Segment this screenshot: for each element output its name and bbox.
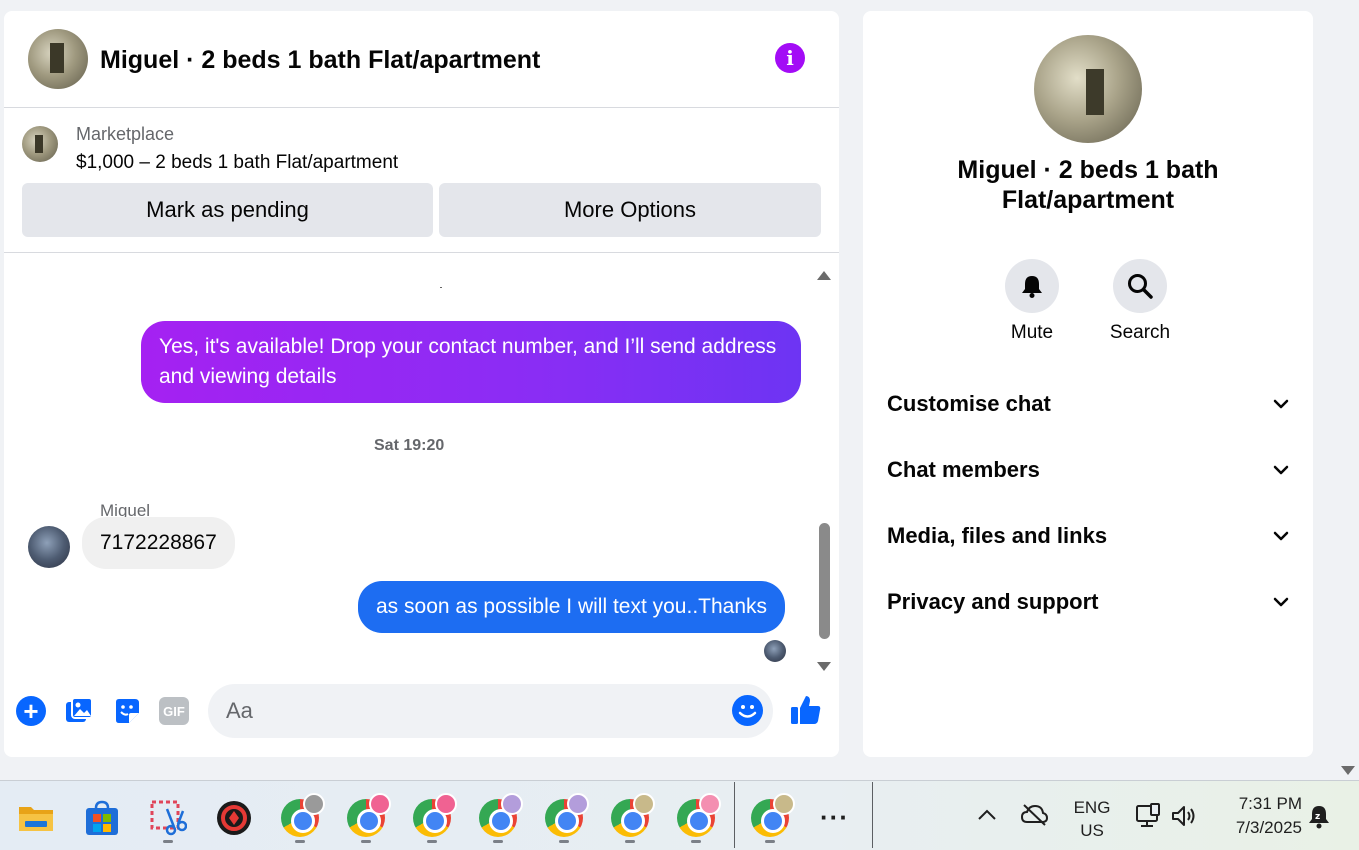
more-apps-icon[interactable]: ···	[820, 802, 849, 833]
message-divider	[440, 287, 442, 288]
svg-text:z: z	[1315, 812, 1320, 822]
chat-members-section[interactable]: Chat members	[887, 450, 1289, 490]
chrome-icon[interactable]	[347, 793, 391, 837]
date-label: 7/3/2025	[1235, 818, 1302, 837]
scrollbar-thumb[interactable]	[819, 523, 830, 639]
listing-kind: Marketplace	[76, 124, 175, 144]
bell-icon[interactable]	[1005, 259, 1059, 313]
microsoft-store-icon[interactable]	[83, 799, 121, 837]
chrome-icon[interactable]	[281, 793, 325, 837]
scroll-down-arrow[interactable]	[817, 662, 831, 671]
image-icon[interactable]	[64, 696, 94, 726]
chevron-down-icon	[1273, 399, 1289, 409]
section-label: Media, files and links	[887, 523, 1108, 548]
mark-as-pending-button[interactable]: Mark as pending	[22, 183, 433, 237]
language-code: ENG	[1073, 798, 1111, 817]
running-indicator	[295, 840, 305, 843]
plus-icon[interactable]: +	[16, 696, 46, 726]
outgoing-message[interactable]: as soon as possible I will text you..Tha…	[358, 581, 786, 633]
chrome-icon[interactable]	[413, 793, 457, 837]
section-label: Chat members	[887, 457, 1040, 482]
scroll-up-arrow[interactable]	[817, 271, 831, 280]
snipping-tool-icon[interactable]	[149, 799, 188, 837]
message-timestamp: Sat 19:20	[374, 437, 445, 454]
chevron-up-icon[interactable]	[976, 804, 998, 831]
running-indicator	[163, 840, 173, 843]
profile-badge	[699, 793, 721, 815]
running-indicator	[765, 840, 775, 843]
more-options-button[interactable]: More Options	[439, 183, 821, 237]
section-label: Privacy and support	[887, 589, 1099, 614]
profile-badge	[567, 793, 589, 815]
customise-chat-section[interactable]: Customise chat	[887, 384, 1289, 424]
search-label: Search	[1109, 322, 1171, 343]
incoming-message[interactable]: 7172228867	[82, 517, 235, 569]
message-composer: + GIF	[4, 676, 839, 757]
profile-badge	[501, 793, 523, 815]
running-indicator	[361, 840, 371, 843]
chrome-icon[interactable]	[479, 793, 523, 837]
chat-panel: Miguel · 2 beds 1 bath Flat/apartment i …	[4, 11, 839, 757]
message-input-wrapper	[208, 684, 773, 738]
chrome-icon[interactable]	[751, 793, 795, 837]
profile-title: Miguel · 2 beds 1 bath Flat/apartment	[957, 156, 1219, 214]
search-icon[interactable]	[1113, 259, 1167, 313]
sticker-icon[interactable]	[112, 696, 142, 726]
taskbar-separator	[872, 782, 873, 848]
profile-badge	[369, 793, 391, 815]
running-indicator	[493, 840, 503, 843]
section-label: Customise chat	[887, 391, 1051, 416]
mute-button[interactable]: Mute	[997, 259, 1067, 344]
info-icon[interactable]: i	[775, 43, 805, 73]
running-indicator	[559, 840, 569, 843]
notification-bell-icon[interactable]: z	[1306, 802, 1332, 835]
search-button[interactable]: Search	[1105, 259, 1175, 344]
clock[interactable]: 7:31 PM 7/3/2025	[1216, 792, 1302, 840]
listing-thumbnail[interactable]	[22, 126, 58, 162]
onedrive-offline-icon[interactable]	[1020, 802, 1049, 833]
profile-badge	[435, 793, 457, 815]
listing-avatar[interactable]	[28, 29, 88, 89]
volume-icon[interactable]	[1170, 802, 1198, 835]
region-code: US	[1080, 821, 1104, 840]
chevron-down-icon	[1273, 597, 1289, 607]
listing-description[interactable]: $1,000 – 2 beds 1 bath Flat/apartment	[76, 152, 398, 174]
outgoing-message[interactable]: Yes, it's available! Drop your contact n…	[141, 321, 801, 403]
gif-icon[interactable]: GIF	[159, 697, 189, 725]
message-input[interactable]	[226, 684, 726, 738]
profile-badge	[633, 793, 655, 815]
page-scroll-down-arrow[interactable]	[1341, 766, 1355, 775]
seen-indicator-avatar	[764, 640, 786, 662]
chevron-down-icon	[1273, 531, 1289, 541]
chat-header: Miguel · 2 beds 1 bath Flat/apartment i	[4, 11, 839, 108]
chrome-icon[interactable]	[611, 793, 655, 837]
chevron-down-icon	[1273, 465, 1289, 475]
chat-title[interactable]: Miguel · 2 beds 1 bath Flat/apartment	[100, 46, 540, 75]
chrome-icon[interactable]	[545, 793, 589, 837]
listing-banner: Marketplace $1,000 – 2 beds 1 bath Flat/…	[4, 108, 839, 253]
running-indicator	[691, 840, 701, 843]
file-explorer-icon[interactable]	[17, 799, 55, 837]
emoji-icon[interactable]	[732, 695, 763, 726]
profile-badge	[773, 793, 795, 815]
mute-label: Mute	[1010, 322, 1054, 343]
running-indicator	[427, 840, 437, 843]
sender-avatar[interactable]	[28, 526, 70, 568]
thumbs-up-icon[interactable]	[789, 693, 823, 727]
network-icon[interactable]	[1134, 802, 1162, 835]
media-files-links-section[interactable]: Media, files and links	[887, 516, 1289, 556]
profile-avatar[interactable]	[1034, 35, 1142, 143]
time-label: 7:31 PM	[1238, 794, 1302, 813]
profile-badge	[303, 793, 325, 815]
privacy-support-section[interactable]: Privacy and support	[887, 582, 1289, 622]
message-list: Yes, it's available! Drop your contact n…	[4, 254, 839, 674]
conversation-info-panel: Miguel · 2 beds 1 bath Flat/apartment Mu…	[863, 11, 1313, 757]
chrome-icon[interactable]	[677, 793, 721, 837]
taskbar-separator	[734, 782, 735, 848]
language-indicator[interactable]: ENG US	[1066, 796, 1118, 842]
running-indicator	[625, 840, 635, 843]
red-app-icon[interactable]	[215, 799, 253, 837]
